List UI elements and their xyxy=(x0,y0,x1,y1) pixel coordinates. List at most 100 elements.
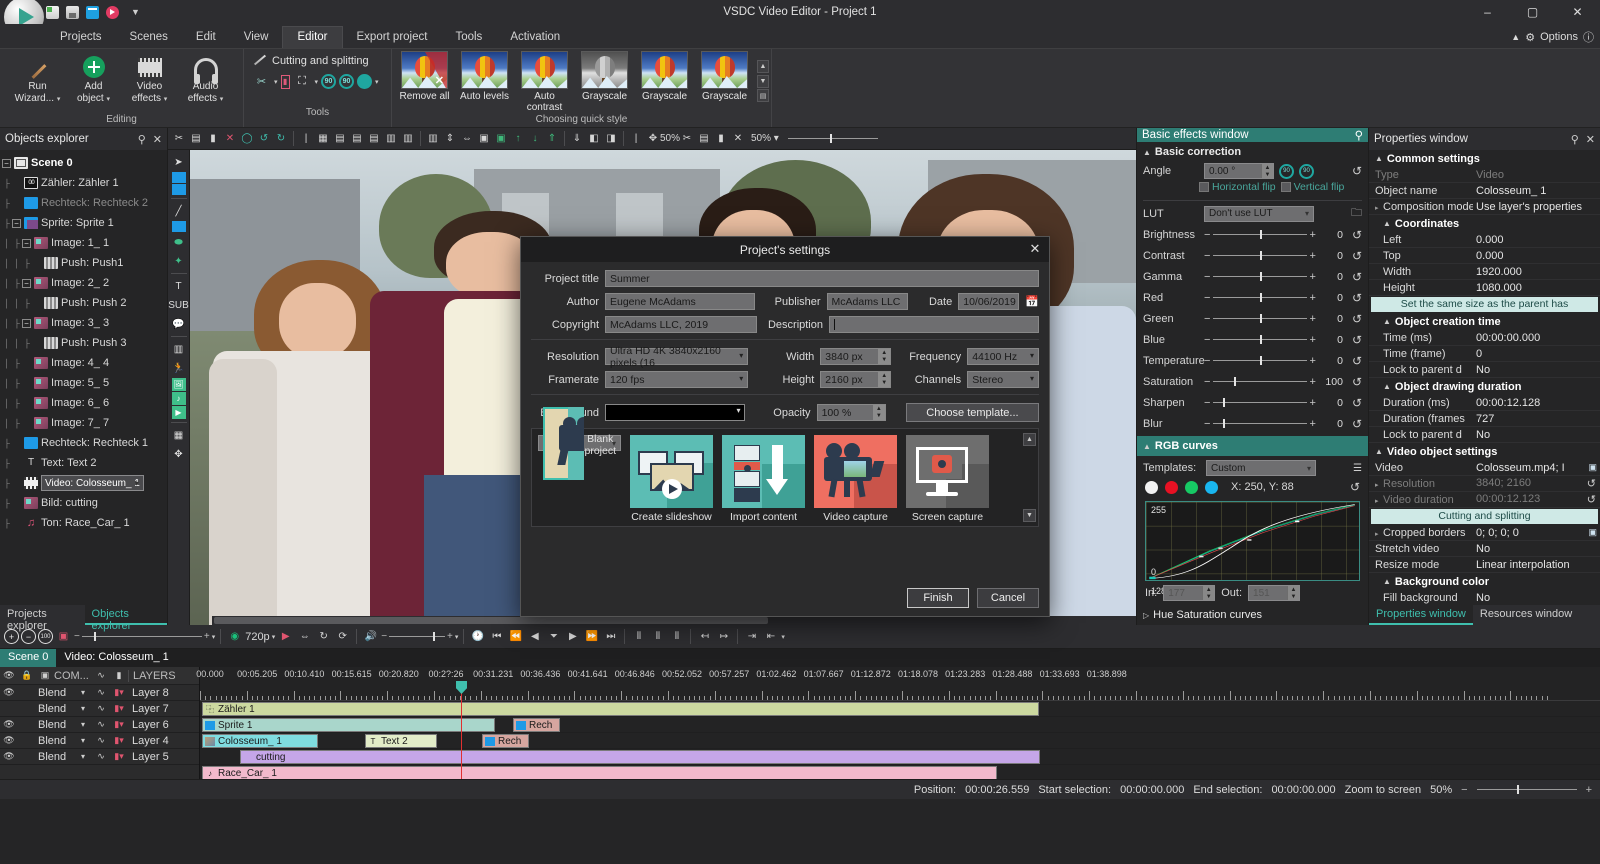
slider-blur[interactable]: −+ xyxy=(1204,418,1316,430)
waveform-all-icon[interactable]: ∿ xyxy=(92,670,110,681)
layer-name[interactable]: Layer 7 xyxy=(128,703,169,715)
select-icon[interactable]: ◯ xyxy=(239,131,255,147)
go-to-start-icon[interactable]: ⏮ xyxy=(488,628,505,645)
timeline-more-icon[interactable]: ▾ xyxy=(781,633,785,641)
crop-icon[interactable]: ▣ xyxy=(1588,527,1600,538)
color-wheel-icon[interactable] xyxy=(357,74,372,89)
tree-item[interactable]: ├Rechteck: Rechteck 1 xyxy=(2,433,167,453)
property-row[interactable]: Fill backgroundNo xyxy=(1369,590,1600,605)
layer-blend-dropdown-icon[interactable]: ▾ xyxy=(74,720,92,729)
layer-blend-dropdown-icon[interactable]: ▾ xyxy=(74,736,92,745)
menu-tab-projects[interactable]: Projects xyxy=(46,27,116,48)
pin-icon[interactable]: ⚲ xyxy=(1355,128,1363,142)
time-icon[interactable]: 🕐 xyxy=(469,628,486,645)
date-input[interactable]: 10/06/2019 xyxy=(958,293,1019,310)
volume-slider[interactable] xyxy=(389,636,445,637)
timeline-layer-row[interactable]: 👁Blend▾∿▮▾Layer 5 xyxy=(0,749,199,765)
dialog-close-button[interactable]: ✕ xyxy=(1027,241,1043,257)
property-value[interactable]: No xyxy=(1473,364,1600,376)
redo-icon[interactable]: ↻ xyxy=(273,131,289,147)
group-icon[interactable]: | xyxy=(298,131,314,147)
template-scroll-up-icon[interactable]: ▲ xyxy=(1023,433,1036,446)
cut-icon[interactable]: ✂ xyxy=(171,131,187,147)
timeline-clip[interactable]: ⿻Zähler 1 xyxy=(202,702,1039,716)
rotate-right-90-icon[interactable]: 90 xyxy=(339,74,354,89)
rgb-curves-section[interactable]: ▲ RGB curves xyxy=(1137,436,1368,456)
menu-tab-view[interactable]: View xyxy=(230,27,283,48)
timeline-clip[interactable]: ♪Race_Car_ 1 xyxy=(202,766,997,779)
undo-icon[interactable]: ↺ xyxy=(256,131,272,147)
tab-projects-explorer[interactable]: Projects explorer xyxy=(0,605,85,625)
tree-expander[interactable]: − xyxy=(2,159,11,168)
quick-style-auto-levels[interactable]: Auto levels xyxy=(456,51,513,113)
timeline-clip[interactable]: Sprite 1 xyxy=(202,718,495,732)
animation-icon[interactable]: 🏃 xyxy=(170,359,188,377)
mask2-icon[interactable]: ◧ xyxy=(586,131,602,147)
pointer-icon[interactable]: ➤ xyxy=(170,153,188,171)
align-middle-icon[interactable]: ▥ xyxy=(383,131,399,147)
layer-blend-dropdown-icon[interactable]: ▾ xyxy=(74,704,92,713)
grid-icon[interactable]: ▦ xyxy=(170,426,188,444)
timeline-clip[interactable]: Rech xyxy=(482,734,529,748)
open-icon[interactable] xyxy=(86,6,99,19)
timeline-layer-row[interactable]: 👁Blend▾∿▮▾Layer 8 xyxy=(0,685,199,701)
menu-tab-edit[interactable]: Edit xyxy=(182,27,230,48)
tree-item[interactable]: │├−Image: 2_ 2 xyxy=(2,273,167,293)
send-back-icon[interactable]: ⇑ xyxy=(544,131,560,147)
step-back-icon[interactable]: ◀ xyxy=(526,628,543,645)
property-group[interactable]: ▲Coordinates xyxy=(1369,215,1600,232)
fit-timeline-icon[interactable]: ⇤ xyxy=(762,628,779,645)
crop-icon[interactable]: ⛶ xyxy=(293,72,312,91)
rgb-curve-graph[interactable]: 255 128 0 xyxy=(1145,501,1360,581)
slider-red[interactable]: −+ xyxy=(1204,292,1316,304)
slider-blue[interactable]: −+ xyxy=(1204,334,1316,346)
settings-icon[interactable]: ✕ xyxy=(730,131,746,147)
property-row[interactable]: Time (ms)00:00:00.000 xyxy=(1369,330,1600,346)
play-preview-icon[interactable]: ▶ xyxy=(277,628,294,645)
background-color-picker[interactable] xyxy=(605,404,745,421)
timeline-track-row[interactable]: Colosseum_ 1TText 2Rech xyxy=(200,733,1600,749)
property-value[interactable]: No xyxy=(1473,543,1600,555)
tree-item[interactable]: ││├Push: Push 3 xyxy=(2,333,167,353)
zoom-out-icon[interactable]: − xyxy=(21,629,36,644)
layer-waveform-icon[interactable]: ∿ xyxy=(92,687,110,698)
channel-blue-dot[interactable] xyxy=(1205,481,1218,494)
tree-expander[interactable]: − xyxy=(22,239,31,248)
cancel-button[interactable]: Cancel xyxy=(977,588,1039,608)
timeline-clip[interactable]: cutting xyxy=(240,750,1040,764)
tree-item[interactable]: ├TText: Text 2 xyxy=(2,453,167,473)
gear-icon[interactable]: ⚙ xyxy=(1525,31,1535,44)
property-reset-icon[interactable]: ↺ xyxy=(1587,477,1600,490)
tree-item[interactable]: ││├Push: Push1 xyxy=(2,253,167,273)
basic-correction-section[interactable]: ▲ Basic correction xyxy=(1137,142,1368,162)
choose-template-button[interactable]: Choose template... xyxy=(906,403,1039,422)
align-right-icon[interactable]: ▤ xyxy=(349,131,365,147)
rectangle-icon[interactable]: ▬ xyxy=(172,221,186,232)
property-value[interactable]: 1920.000 xyxy=(1473,266,1600,278)
rewind-icon[interactable]: ⏪ xyxy=(507,628,524,645)
horizontal-flip-checkbox[interactable]: Horizontal flip xyxy=(1199,181,1276,193)
property-row[interactable]: Time (frame)0 xyxy=(1369,346,1600,362)
property-group[interactable]: ▲Video object settings xyxy=(1369,443,1600,460)
layer-waveform-icon[interactable]: ∿ xyxy=(92,703,110,714)
tree-item[interactable]: │├Image: 4_ 4 xyxy=(2,353,167,373)
angle-reset-icon[interactable]: ↺ xyxy=(1352,164,1362,178)
menu-tab-export-project[interactable]: Export project xyxy=(343,27,442,48)
tab-resources-window[interactable]: Resources window xyxy=(1473,605,1579,625)
tree-expander[interactable]: − xyxy=(22,319,31,328)
property-row[interactable]: ▸Resolution3840; 2160↺ xyxy=(1369,476,1600,492)
move-icon[interactable]: ✥ xyxy=(170,445,188,463)
preview-quality-label[interactable]: 720p xyxy=(245,631,269,643)
align-center-icon[interactable]: ▤ xyxy=(332,131,348,147)
slider-reset-icon[interactable]: ↺ xyxy=(1352,249,1362,263)
description-input[interactable] xyxy=(829,316,1039,333)
lock-all-icon[interactable]: 🔒 xyxy=(18,670,36,681)
distribute-v-icon[interactable]: ⇕ xyxy=(442,131,458,147)
video-browse-icon[interactable]: ▣ xyxy=(1588,462,1600,473)
quick-style-grayscale-1[interactable]: Grayscale xyxy=(576,51,633,113)
tree-item[interactable]: ├♫Ton: Race_Car_ 1 xyxy=(2,513,167,533)
layer-blend-dropdown-icon[interactable]: ▾ xyxy=(74,688,92,697)
quick-style-auto-contrast[interactable]: Auto contrast xyxy=(516,51,573,113)
audio-effects-button[interactable]: Audio effects ▾ xyxy=(178,52,234,107)
quick-style-grayscale-2[interactable]: Grayscale xyxy=(636,51,693,113)
